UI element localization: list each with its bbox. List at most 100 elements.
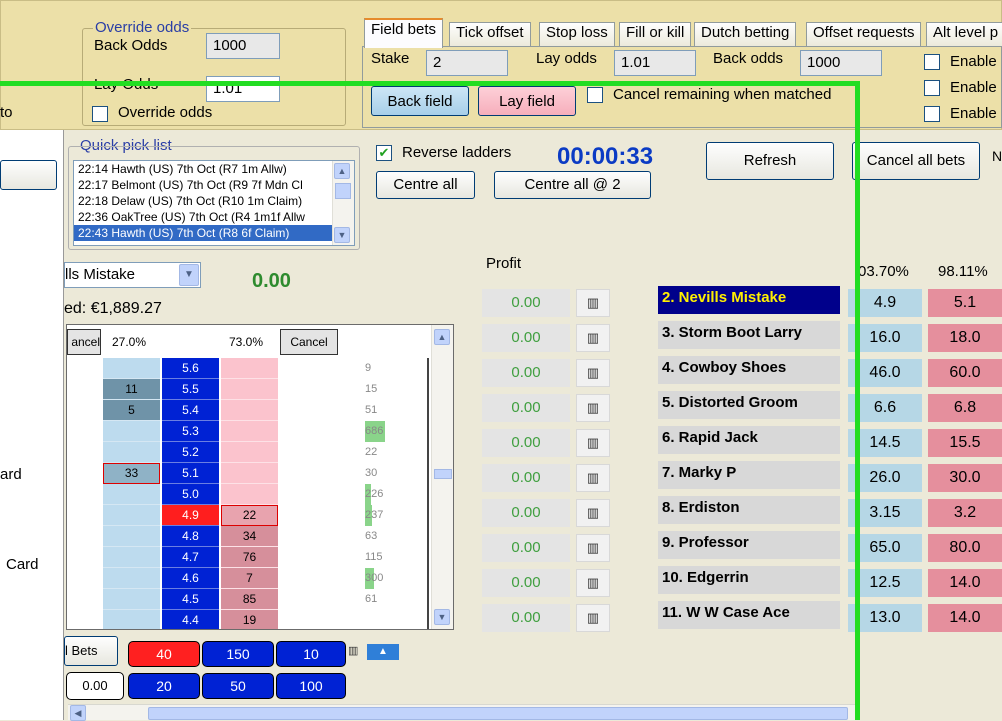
runner-name[interactable]: 3. Storm Boot Larry xyxy=(658,321,840,349)
stake-input[interactable]: 2 xyxy=(426,50,508,76)
ladder-price-cell[interactable]: 4.8 xyxy=(162,526,219,547)
ladder-row[interactable]: 11 5.5 15 xyxy=(67,379,447,400)
runner-lay-odds[interactable]: 6.8 xyxy=(928,394,1002,422)
ladder-row[interactable]: 4.4 19 xyxy=(67,610,447,629)
stake-button-10[interactable]: 10 xyxy=(276,641,346,667)
ladder-lay-cell[interactable] xyxy=(221,379,278,400)
ladder-lay-cell[interactable] xyxy=(221,421,278,442)
chart-icon[interactable]: ▥ xyxy=(576,429,610,457)
ladder-row[interactable]: 5 5.4 51 xyxy=(67,400,447,421)
lay-odds-input[interactable]: 1.01 xyxy=(206,76,280,102)
runner-lay-odds[interactable]: 18.0 xyxy=(928,324,1002,352)
stake-button-50[interactable]: 50 xyxy=(202,673,274,699)
chart-icon[interactable]: ▥ xyxy=(576,499,610,527)
runner-name[interactable]: 10. Edgerrin xyxy=(658,566,840,594)
ladder-lay-cell[interactable]: 7 xyxy=(221,568,278,589)
bottom-scrollbar[interactable]: ◀ xyxy=(68,704,858,721)
runner-back-odds[interactable]: 6.6 xyxy=(848,394,922,422)
runner-back-odds[interactable]: 16.0 xyxy=(848,324,922,352)
ladder-cancel-right-button[interactable]: Cancel xyxy=(280,329,338,355)
quick-pick-scrollbar[interactable]: ▲ ▼ xyxy=(332,161,354,245)
ladder-price-cell[interactable]: 5.6 xyxy=(162,358,219,379)
chart-icon[interactable]: ▥ xyxy=(576,394,610,422)
ladder-cancel-left-button[interactable]: ancel xyxy=(67,329,101,355)
runner-select[interactable]: lls Mistake ▼ xyxy=(64,262,201,288)
runner-lay-odds[interactable]: 15.5 xyxy=(928,429,1002,457)
ladder-price-cell[interactable]: 4.7 xyxy=(162,547,219,568)
runner-lay-odds[interactable]: 30.0 xyxy=(928,464,1002,492)
ladder-price-cell[interactable]: 4.4 xyxy=(162,610,219,629)
cancel-remaining-checkbox[interactable] xyxy=(587,87,603,103)
ladder-back-cell[interactable] xyxy=(103,526,160,547)
ladder-back-cell[interactable] xyxy=(103,358,160,379)
runner-name[interactable]: 6. Rapid Jack xyxy=(658,426,840,454)
ladder-row[interactable]: 5.0 226 xyxy=(67,484,447,505)
tab-dutch-betting[interactable]: Dutch betting xyxy=(694,22,797,46)
chart-icon[interactable]: ▥ xyxy=(348,644,366,660)
ladder-price-cell[interactable]: 5.5 xyxy=(162,379,219,400)
runner-back-odds[interactable]: 46.0 xyxy=(848,359,922,387)
stake-button-20[interactable]: 20 xyxy=(128,673,200,699)
ladder-price-cell[interactable]: 5.0 xyxy=(162,484,219,505)
runner-lay-odds[interactable]: 14.0 xyxy=(928,569,1002,597)
lay-field-button[interactable]: Lay field xyxy=(478,86,576,116)
runner-name[interactable]: 4. Cowboy Shoes xyxy=(658,356,840,384)
ladder-back-cell[interactable] xyxy=(103,505,160,526)
ladder-row[interactable]: 5.6 9 xyxy=(67,358,447,379)
quick-pick-item[interactable]: 22:14 Hawth (US) 7th Oct (R7 1m Allw) xyxy=(74,161,354,177)
stake-button-150[interactable]: 150 xyxy=(202,641,274,667)
ladder-back-cell[interactable] xyxy=(103,610,160,629)
chart-icon[interactable]: ▥ xyxy=(576,569,610,597)
runner-back-odds[interactable]: 26.0 xyxy=(848,464,922,492)
ladder-back-cell[interactable] xyxy=(103,484,160,505)
chart-icon[interactable]: ▥ xyxy=(576,289,610,317)
chevron-up-icon[interactable]: ▲ xyxy=(334,163,350,179)
bets-button[interactable]: l Bets xyxy=(64,636,118,666)
ladder-row[interactable]: 33 5.1 30 xyxy=(67,463,447,484)
bottom-scroll-thumb[interactable] xyxy=(148,707,848,720)
refresh-button[interactable]: Refresh xyxy=(706,142,834,180)
ladder-row[interactable]: 4.8 34 63 xyxy=(67,526,447,547)
back-odds-field-input[interactable]: 1000 xyxy=(800,50,882,76)
chart-icon[interactable]: ▥ xyxy=(576,324,610,352)
runner-lay-odds[interactable]: 3.2 xyxy=(928,499,1002,527)
ladder-lay-cell[interactable]: 85 xyxy=(221,589,278,610)
tab-field-bets[interactable]: Field bets xyxy=(364,18,444,48)
left-list-button[interactable] xyxy=(0,160,57,190)
runner-lay-odds[interactable]: 80.0 xyxy=(928,534,1002,562)
chevron-left-icon[interactable]: ◀ xyxy=(70,705,86,721)
bets-value[interactable]: 0.00 xyxy=(66,672,124,700)
ladder-lay-cell[interactable]: 34 xyxy=(221,526,278,547)
quick-pick-list[interactable]: 22:14 Hawth (US) 7th Oct (R7 1m Allw) 22… xyxy=(73,160,355,246)
stake-button-40[interactable]: 40 xyxy=(128,641,200,667)
ladder-price-cell[interactable]: 4.9 xyxy=(162,505,219,526)
ladder-back-cell[interactable] xyxy=(103,442,160,463)
enable-checkbox-2[interactable] xyxy=(924,80,940,96)
ladder-row[interactable]: 4.5 85 61 xyxy=(67,589,447,610)
centre-all-button[interactable]: Centre all xyxy=(376,171,475,199)
ladder-back-cell[interactable]: 33 xyxy=(103,463,160,484)
ladder-back-cell[interactable]: 11 xyxy=(103,379,160,400)
ladder-scrollbar[interactable]: ▲ ▼ xyxy=(431,325,453,629)
tab-alt-level[interactable]: Alt level p xyxy=(926,22,1002,46)
runner-back-odds[interactable]: 4.9 xyxy=(848,289,922,317)
runner-name[interactable]: 5. Distorted Groom xyxy=(658,391,840,419)
tab-offset-requests[interactable]: Offset requests xyxy=(806,22,922,46)
runner-back-odds[interactable]: 65.0 xyxy=(848,534,922,562)
chart-icon[interactable]: ▥ xyxy=(576,534,610,562)
ladder-row[interactable]: 5.2 22 xyxy=(67,442,447,463)
ladder-row[interactable]: 4.9 22 237 xyxy=(67,505,447,526)
chart-icon[interactable]: ▥ xyxy=(576,464,610,492)
ladder-price-cell[interactable]: 4.5 xyxy=(162,589,219,610)
back-field-button[interactable]: Back field xyxy=(371,86,469,116)
reverse-ladders-checkbox[interactable]: ✔ xyxy=(376,145,392,161)
ladder-lay-cell[interactable] xyxy=(221,400,278,421)
chart-icon[interactable]: ▥ xyxy=(576,604,610,632)
chevron-down-icon[interactable]: ▼ xyxy=(334,227,350,243)
runner-back-odds[interactable]: 14.5 xyxy=(848,429,922,457)
runner-lay-odds[interactable]: 60.0 xyxy=(928,359,1002,387)
runner-name[interactable]: 9. Professor xyxy=(658,531,840,559)
centre-all-at-button[interactable]: Centre all @ 2 xyxy=(494,171,651,199)
ladder-lay-cell[interactable]: 19 xyxy=(221,610,278,629)
ladder-back-cell[interactable]: 5 xyxy=(103,400,160,421)
